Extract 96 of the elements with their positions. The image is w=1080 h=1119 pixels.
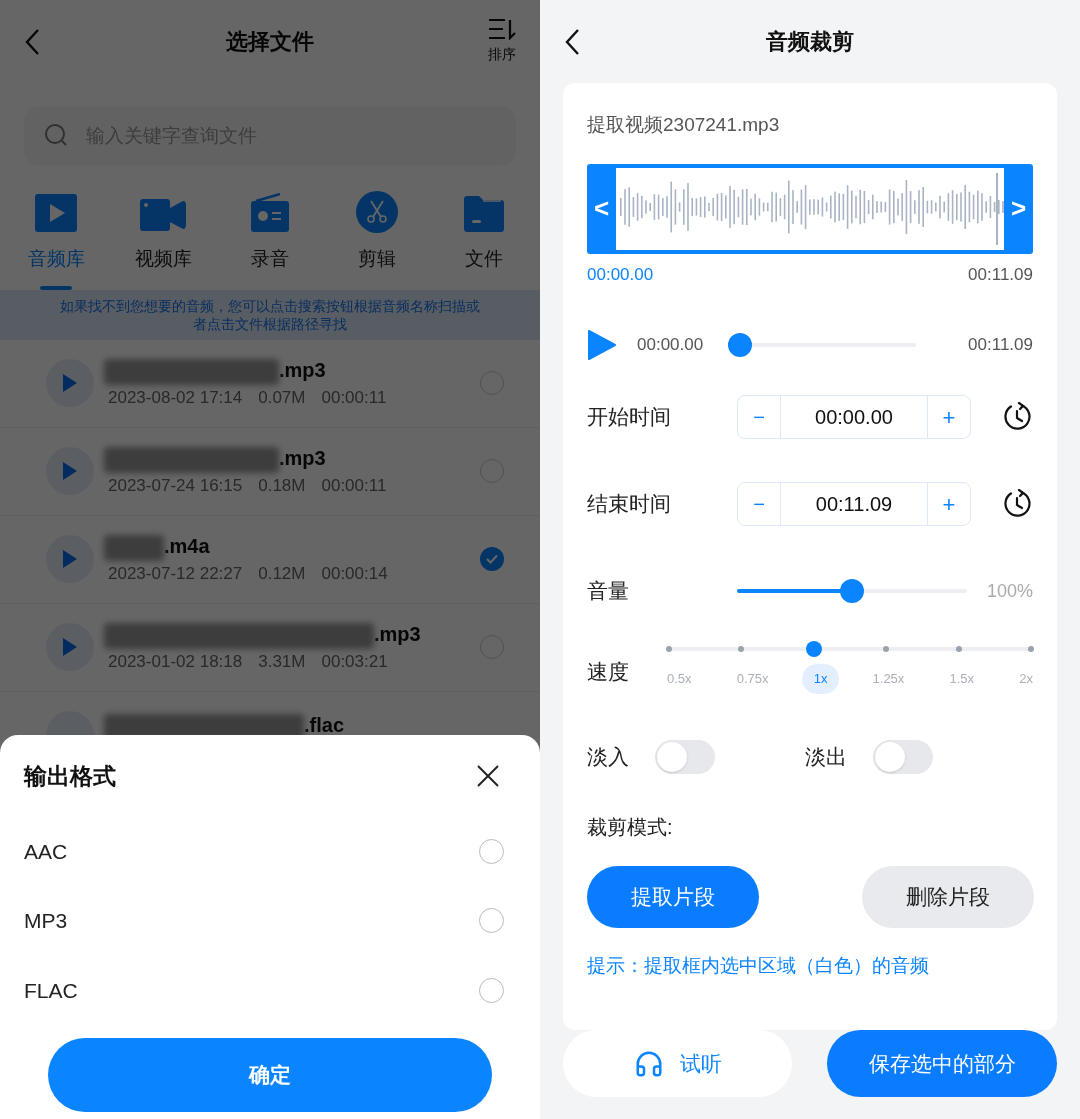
- clock-reset-icon[interactable]: [1003, 489, 1033, 519]
- format-option[interactable]: AAC: [24, 835, 68, 867]
- speed-option[interactable]: 0.75x: [724, 664, 781, 694]
- close-icon[interactable]: [476, 764, 500, 789]
- sort-icon[interactable]: [488, 18, 516, 40]
- check-icon: [486, 554, 498, 564]
- speed-thumb[interactable]: [805, 641, 822, 657]
- volume-label: 音量: [587, 578, 630, 605]
- time-value[interactable]: 00:11.09: [781, 483, 927, 525]
- scissors-icon: [356, 191, 398, 233]
- screen-title: 音频裁剪: [766, 28, 854, 56]
- volume-thumb[interactable]: [840, 579, 864, 603]
- back-icon[interactable]: [564, 27, 580, 56]
- file-meta: 00:00:11: [321, 475, 387, 498]
- decrement-button[interactable]: −: [738, 396, 781, 438]
- sheet-title: 输出格式: [24, 762, 116, 791]
- clock-reset-icon[interactable]: [1003, 402, 1033, 432]
- left-handle[interactable]: <: [587, 189, 616, 228]
- sort-label[interactable]: 排序: [488, 44, 516, 65]
- progress-slider[interactable]: [728, 333, 917, 357]
- speed-label: 速度: [587, 659, 630, 685]
- radio-icon: [250, 193, 290, 233]
- fade-switch[interactable]: [873, 739, 933, 774]
- category-tab[interactable]: 剪辑: [345, 189, 409, 290]
- play-icon: [62, 637, 78, 657]
- file-meta: 2023-01-02 18:18: [108, 651, 243, 674]
- selection-start: 00:00.00: [587, 263, 654, 286]
- play-button[interactable]: [46, 535, 94, 583]
- file-meta: 2023-07-12 22:27: [108, 563, 243, 586]
- file-meta: 3.31M: [258, 651, 306, 674]
- mode-label: 裁剪模式:: [587, 814, 674, 840]
- volume-reading: 100%: [986, 579, 1033, 603]
- play-button[interactable]: [46, 359, 94, 407]
- total-time: 00:11.09: [968, 334, 1033, 357]
- selection-end: 00:11.09: [968, 263, 1033, 286]
- play-icon: [62, 549, 78, 569]
- file-meta: 00:00:11: [321, 387, 387, 410]
- confirm-button[interactable]: 确定: [48, 1038, 492, 1112]
- category-tab[interactable]: 音频库: [24, 189, 88, 290]
- speed-option[interactable]: 1x: [801, 664, 840, 694]
- file-extension: .mp3: [374, 622, 421, 648]
- speed-option[interactable]: 2x: [1007, 664, 1045, 694]
- fade-switch[interactable]: [655, 739, 715, 774]
- file-meta: 0.12M: [258, 563, 306, 586]
- speed-option[interactable]: 1.5x: [937, 664, 987, 694]
- folder-icon: [463, 195, 505, 233]
- speed-tick[interactable]: [1028, 646, 1034, 652]
- play-button[interactable]: [46, 623, 94, 671]
- save-button[interactable]: 保存选中的部分: [827, 1030, 1057, 1097]
- time-value[interactable]: 00:00.00: [781, 396, 927, 438]
- category-tab[interactable]: 文件: [452, 189, 516, 290]
- fade-label: 淡出: [805, 743, 847, 770]
- file-meta: 00:03:21: [321, 651, 388, 674]
- play-button[interactable]: [46, 447, 94, 495]
- file-extension: .m4a: [164, 534, 210, 560]
- time-label: 开始时间: [587, 404, 672, 431]
- speed-option[interactable]: 1.25x: [860, 664, 917, 694]
- speed-tick[interactable]: [955, 646, 962, 652]
- increment-button[interactable]: +: [927, 396, 970, 438]
- current-time: 00:00.00: [637, 334, 704, 357]
- file-checkbox[interactable]: [480, 547, 504, 571]
- file-extension: .mp3: [279, 446, 326, 472]
- decrement-button[interactable]: −: [738, 483, 781, 525]
- file-meta: 0.18M: [258, 475, 306, 498]
- hint-text: 提示：提取框内选中区域（白色）的音频: [587, 953, 930, 978]
- category-tab[interactable]: 录音: [238, 189, 302, 290]
- speed-tick[interactable]: [738, 646, 745, 652]
- file-meta: 00:00:14: [321, 563, 388, 586]
- file-extension: .mp3: [279, 358, 326, 384]
- video-camera-icon: [139, 197, 187, 233]
- notice-text: 如果找不到您想要的音频，您可以点击搜索按钮根据音频名称扫描或者点击文件根据路径寻找: [59, 296, 481, 333]
- play-icon: [62, 373, 78, 393]
- file-meta: 0.07M: [258, 387, 306, 410]
- right-handle[interactable]: >: [1004, 189, 1033, 228]
- speed-tick[interactable]: [883, 646, 890, 652]
- speed-tick[interactable]: [666, 646, 672, 652]
- mode-button[interactable]: 删除片段: [862, 865, 1034, 928]
- listen-button[interactable]: 试听: [563, 1030, 792, 1097]
- format-option[interactable]: FLAC: [24, 974, 78, 1006]
- blurred-file-name: [104, 535, 164, 562]
- speed-option[interactable]: 0.5x: [655, 664, 704, 694]
- progress-thumb[interactable]: [728, 333, 753, 357]
- increment-button[interactable]: +: [927, 483, 970, 525]
- file-meta: 2023-08-02 17:14: [108, 387, 243, 410]
- file-name: 提取视频2307241.mp3: [587, 113, 781, 137]
- file-meta: 2023-07-24 16:15: [108, 475, 243, 498]
- play-icon[interactable]: [587, 329, 617, 361]
- category-tab[interactable]: 视频库: [131, 189, 195, 290]
- mode-button[interactable]: 提取片段: [587, 865, 759, 928]
- play-icon: [62, 461, 78, 481]
- file-extension: .flac: [304, 713, 345, 738]
- format-option[interactable]: MP3: [24, 905, 68, 937]
- fade-label: 淡入: [587, 743, 629, 770]
- screen-title: 选择文件: [226, 28, 314, 56]
- play-square-icon: [34, 193, 78, 233]
- time-label: 结束时间: [587, 491, 672, 518]
